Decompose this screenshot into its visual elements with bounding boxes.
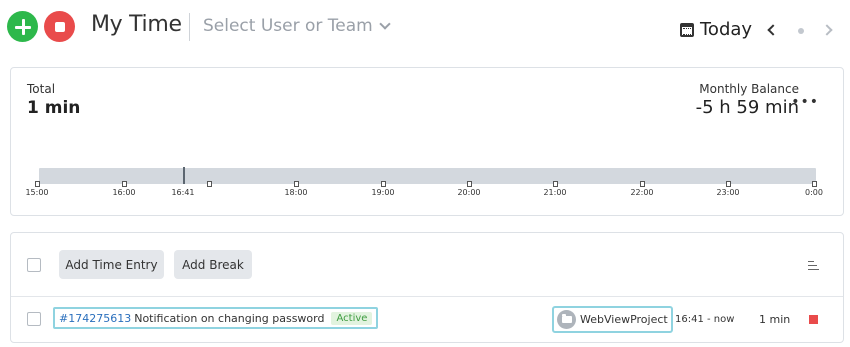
timeline-tick [640,181,645,187]
timeline-tick [122,181,127,187]
timeline-tick-label: 19:00 [371,188,395,197]
more-icon[interactable]: ••• [791,94,819,110]
monthly-balance-label: Monthly Balance [699,82,799,96]
select-all-checkbox[interactable] [27,258,41,272]
timeline-now-marker [183,167,185,184]
timeline-tick [467,181,472,187]
timeline-tick [553,181,558,187]
stop-icon[interactable] [809,315,818,324]
timeline-tick-label: 22:00 [630,188,654,197]
add-entry-button[interactable] [7,11,38,42]
chevron-left-icon[interactable] [767,24,779,36]
summary-card: Total 1 min Monthly Balance -5 h 59 min … [10,67,844,216]
page-title: My Time [91,12,182,37]
task-id-link[interactable]: #174275613 [59,312,131,325]
user-team-select[interactable]: Select User or Team [203,16,391,36]
timeline-tick [726,181,731,187]
timeline-tick [294,181,299,187]
date-picker[interactable]: Today [680,19,752,40]
project-name: WebViewProject [580,313,668,326]
row-checkbox[interactable] [27,312,41,326]
date-label: Today [700,19,753,40]
calendar-icon [680,22,694,37]
timeline-tick-label: 18:00 [284,188,308,197]
duration: 1 min [759,313,791,326]
add-time-entry-button[interactable]: Add Time Entry [59,250,164,279]
task-name: Notification on changing password [134,311,325,325]
add-break-button[interactable]: Add Break [174,250,252,279]
project-cell[interactable]: WebViewProject [552,306,673,333]
stop-timer-button[interactable] [44,11,75,42]
timeline-tick-label: 23:00 [716,188,740,197]
timeline-tick-label: 21:00 [543,188,567,197]
timeline-tick-label: 16:00 [112,188,136,197]
plus-icon [14,18,31,35]
total-label: Total [27,82,56,96]
timeline-tick [381,181,386,187]
timeline-tick [35,181,40,187]
status-badge: Active [331,311,373,325]
time-range: 16:41 - now [675,314,735,325]
timeline-bar[interactable] [39,168,816,184]
current-day-dot[interactable] [798,28,804,34]
entries-card: Add Time Entry Add Break #174275613 Noti… [10,232,844,343]
timeline-tick-label: 0:00 [805,188,823,197]
task-cell[interactable]: #174275613 Notification on changing pass… [53,307,379,329]
timeline-tick [207,181,212,187]
total-value: 1 min [27,98,81,118]
timeline-tick-label: 15:00 [25,188,49,197]
header: My Time Select User or Team Today [0,0,850,56]
folder-icon [557,310,576,329]
sort-icon[interactable] [808,261,819,270]
stop-icon [54,21,65,32]
row-divider [11,296,843,297]
header-divider [189,13,190,41]
timeline-tick [812,181,817,187]
timeline-tick-label: 16:41 [171,188,195,197]
user-team-select-label: Select User or Team [203,16,373,36]
monthly-balance-value: -5 h 59 min [695,97,799,118]
chevron-down-icon [379,17,391,30]
chevron-right-icon[interactable] [821,24,833,36]
timeline-tick-label: 20:00 [457,188,481,197]
